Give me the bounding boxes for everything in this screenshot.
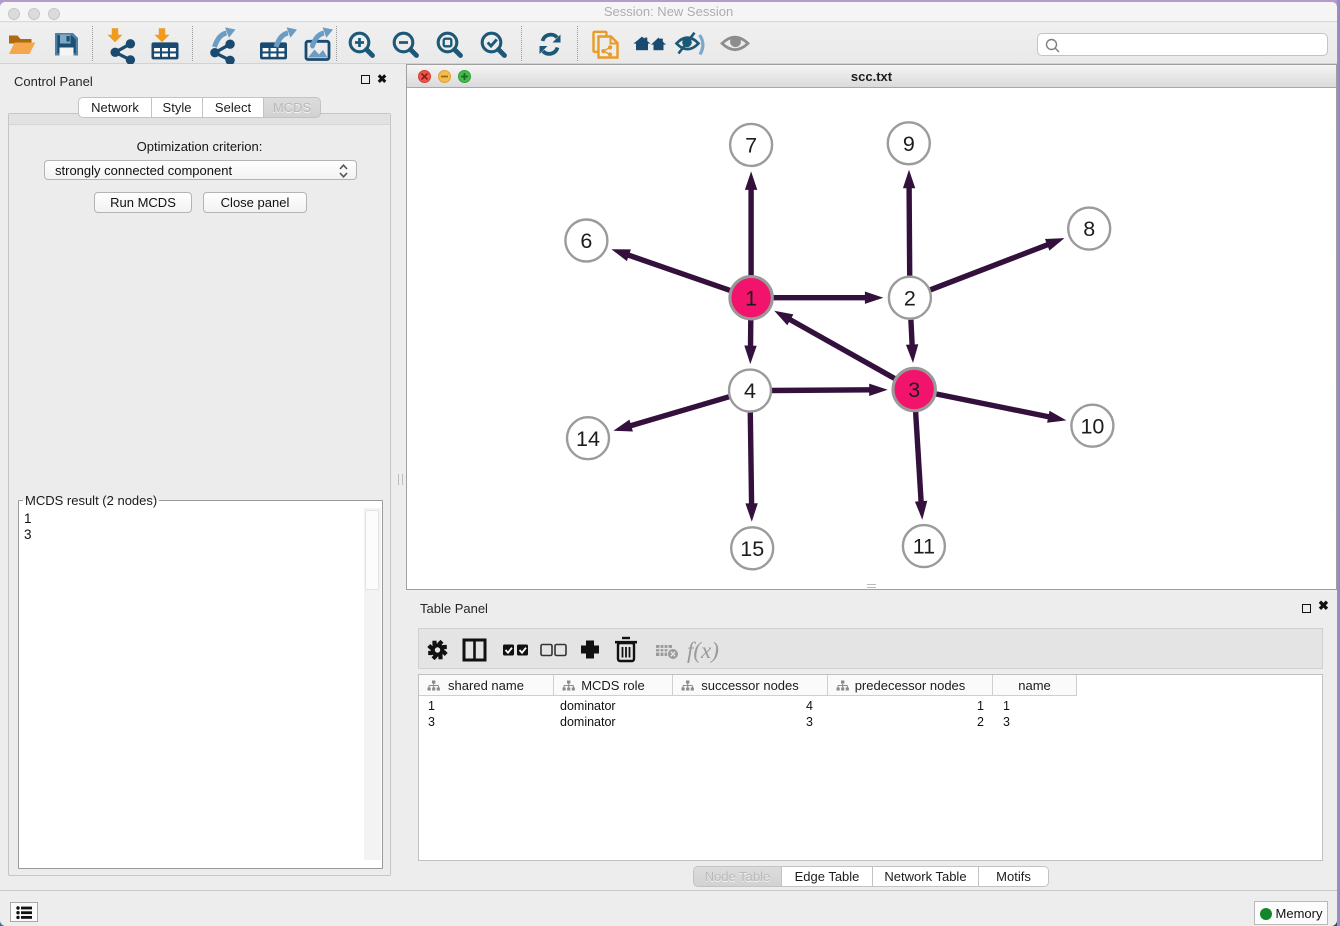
svg-text:10: 10 [1080,414,1104,438]
svg-text:4: 4 [744,379,756,403]
svg-text:11: 11 [913,535,935,559]
svg-text:7: 7 [745,134,757,158]
svg-text:3: 3 [908,378,920,402]
svg-text:14: 14 [576,427,600,451]
svg-text:2: 2 [904,286,916,310]
svg-text:15: 15 [740,537,764,561]
svg-text:6: 6 [580,229,592,253]
svg-text:8: 8 [1083,217,1095,241]
svg-text:f(x): f(x) [687,638,719,663]
svg-text:1: 1 [745,286,757,310]
svg-text:9: 9 [903,132,915,156]
